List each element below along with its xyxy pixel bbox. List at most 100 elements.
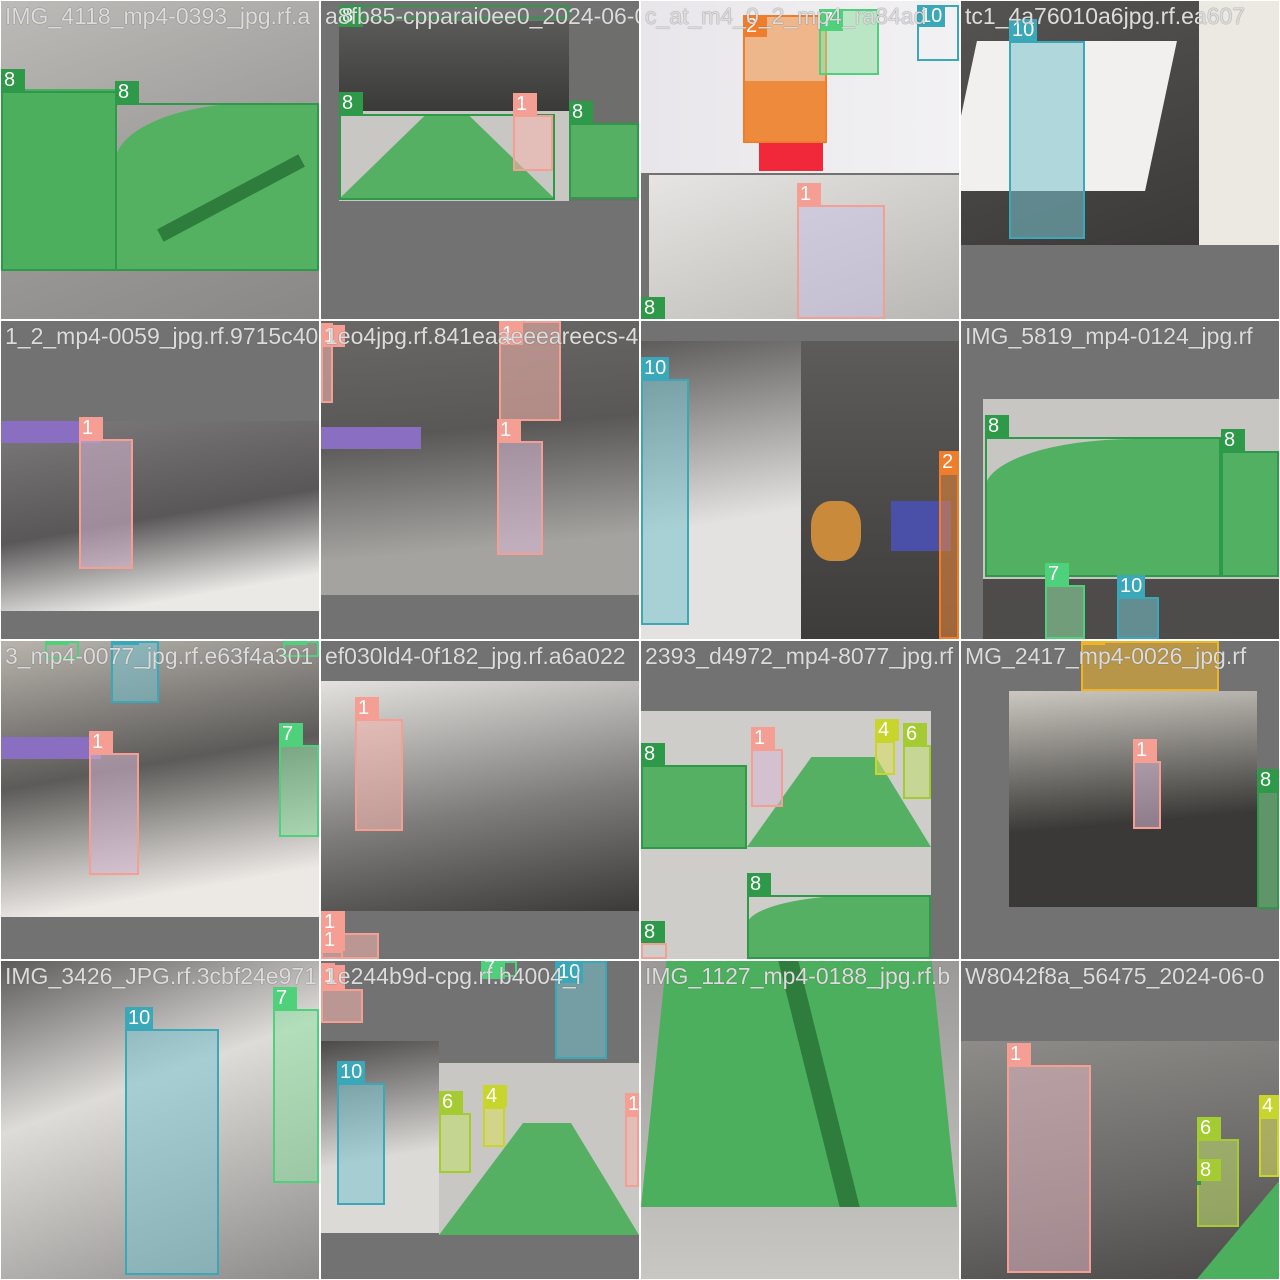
- bbox-class-7: 7: [279, 723, 319, 837]
- bbox-label: 10: [125, 1007, 154, 1029]
- bbox-label: 8: [747, 873, 771, 895]
- bbox-class-4: 4: [1259, 1095, 1279, 1177]
- bbox-label: 6: [439, 1091, 463, 1113]
- mosaic-tile: MG_2417_mp4-0026_jpg.rf 3 1 8: [961, 641, 1279, 959]
- bbox-class-1: 1: [89, 731, 139, 875]
- mosaic-tile: a8fb85-cpparai0ee0_2024-06-06 8 1 8 8: [321, 1, 639, 319]
- bbox-class-10: 10: [337, 1061, 385, 1205]
- bbox-class-6: 6: [903, 723, 931, 799]
- tile-filename: MG_2417_mp4-0026_jpg.rf: [965, 643, 1247, 669]
- bbox-label: 7: [273, 987, 297, 1009]
- bbox-class-8: 8: [1257, 769, 1279, 909]
- bbox-class-1: 1: [321, 967, 363, 1023]
- bbox-label: 4: [483, 1085, 507, 1107]
- bbox-label: 1: [797, 183, 821, 205]
- detection-mosaic: IMG_4118_mp4-0393_jpg.rf.a 8 8 a8fb85-cp…: [0, 0, 1280, 1280]
- bbox-class-8: 8: [1221, 429, 1279, 577]
- mosaic-tile: IMG_4118_mp4-0393_jpg.rf.a 8 8: [1, 1, 319, 319]
- bbox-label: 8: [115, 81, 139, 103]
- photo-desk: [1, 421, 319, 611]
- bbox-class-8: 8: [641, 921, 667, 959]
- photo-desk: [321, 321, 639, 595]
- mosaic-tile: 1_2_mp4-0059_jpg.rf.9715c4013_a8b4f024 1: [1, 321, 319, 639]
- bbox-class-1: 1: [751, 727, 783, 807]
- tile-filename: 1_2_mp4-0059_jpg.rf.9715c4013_a8b4f024: [5, 323, 319, 349]
- bbox-label: 1: [355, 697, 379, 719]
- photo-object: [811, 501, 861, 561]
- tile-filename: W8042f8a_56475_2024-06-0: [965, 963, 1265, 989]
- tile-filename: IMG_3426_JPG.rf.3cbf24e971: [5, 963, 317, 989]
- bbox-label: 8: [1221, 429, 1245, 451]
- bbox-label: 10: [641, 357, 670, 379]
- mosaic-tile: 1eo4jpg.rf.841eaaeeeareecs-4mp4-0224_jpg…: [321, 321, 639, 639]
- mosaic-tile: c_at_m4_0_2_mp4_ra84ad 2 7 10 1 8: [641, 1, 959, 319]
- bbox-label: 8: [1197, 1159, 1221, 1181]
- bbox-label: 8: [1257, 769, 1279, 791]
- bbox-label: 1: [751, 727, 775, 749]
- bbox-class-8: 8: [115, 81, 319, 271]
- tile-filename: c_at_m4_0_2_mp4_ra84ad: [645, 3, 927, 29]
- tile-filename: IMG_4118_mp4-0393_jpg.rf.a: [5, 3, 311, 29]
- tile-filename: IMG_1127_mp4-0188_jpg.rf.b: [645, 963, 951, 989]
- purple-cloth: [1, 737, 101, 759]
- bbox-class-2: 2: [939, 451, 959, 639]
- bbox-class-7: 7: [1045, 563, 1085, 639]
- mosaic-tile: IMG_3426_JPG.rf.3cbf24e971 10 7: [1, 961, 319, 1279]
- bbox-class-10: 10: [641, 357, 689, 625]
- mosaic-tile: 3_mp4-0077_jpg.rf.e63f4a301 7 10 7 1 7: [1, 641, 319, 959]
- bbox-label: 7: [279, 723, 303, 745]
- bbox-class-8: 8: [985, 415, 1221, 577]
- bbox-label: 10: [337, 1061, 366, 1083]
- bbox-label: 8: [641, 921, 665, 943]
- bbox-label: 4: [875, 719, 899, 741]
- bbox-class-8: 8: [747, 873, 931, 959]
- bbox-class-6: 6: [1197, 1117, 1239, 1227]
- bbox-class-8: 8: [1, 69, 117, 271]
- photo-desk: [801, 341, 959, 639]
- bbox-class-10: 10: [125, 1007, 219, 1275]
- mosaic-tile: 2393_d4972_mp4-8077_jpg.rf 8 1 4 6 8 8: [641, 641, 959, 959]
- bbox-class-1: 1: [321, 929, 345, 959]
- mosaic-tile: 1e244b9d-cpg.rf.b4004_i 1 1 10 7 10 6 4 …: [321, 961, 639, 1279]
- bbox-class-1: 1: [79, 417, 133, 569]
- purple-cloth: [321, 427, 421, 449]
- tile-filename: ef030ld4-0f182_jpg.rf.a6a022: [325, 643, 626, 669]
- bbox-label: 1: [625, 1093, 639, 1115]
- bbox-class-1: 1: [513, 93, 553, 171]
- bbox-class-4: 4: [875, 719, 899, 775]
- bbox-label: 1: [89, 731, 113, 753]
- bbox-class-7: 7: [273, 987, 319, 1183]
- bbox-class-1: 1: [497, 419, 543, 555]
- tile-filename: 3_mp4-0077_jpg.rf.e63f4a301: [5, 643, 314, 669]
- mosaic-tile: W8042f8a_56475_2024-06-0 1 6 8 4: [961, 961, 1279, 1279]
- tile-filename: tc1_4a76010a6jpg.rf.ea607: [965, 3, 1246, 29]
- bbox-label: 8: [1, 69, 25, 91]
- bbox-label: 1: [321, 929, 345, 951]
- bbox-label: 8: [569, 101, 593, 123]
- bbox-class-6: 6: [439, 1091, 471, 1173]
- bbox-label: 6: [1197, 1117, 1221, 1139]
- bbox-label: 8: [985, 415, 1009, 437]
- bbox-label: 1: [497, 419, 521, 441]
- bbox-label: 2: [939, 451, 959, 473]
- tile-filename: 1e244b9d-cpg.rf.b4004_i: [325, 963, 581, 989]
- bbox-label: 1: [1007, 1043, 1031, 1065]
- bbox-class-8: 8: [641, 743, 747, 849]
- bbox-label: 4: [1259, 1095, 1279, 1117]
- bbox-class-1: 1: [355, 697, 403, 831]
- bbox-class-10: 10: [1117, 575, 1159, 639]
- bbox-label: 1: [79, 417, 103, 439]
- bbox-class-1: 1: [1133, 739, 1161, 829]
- tile-filename: a8fb85-cpparai0ee0_2024-06-06: [325, 3, 639, 29]
- bbox-label: 7: [1045, 563, 1069, 585]
- bbox-label: 8: [641, 297, 665, 319]
- bbox-class-1: 1: [625, 1093, 639, 1187]
- mosaic-tile: 10 2: [641, 321, 959, 639]
- mosaic-tile: IMG_1127_mp4-0188_jpg.rf.b: [641, 961, 959, 1279]
- tile-filename: 2393_d4972_mp4-8077_jpg.rf: [645, 643, 954, 669]
- mosaic-tile: tc1_4a76010a6jpg.rf.ea607 10: [961, 1, 1279, 319]
- bbox-class-1: 1: [1007, 1043, 1091, 1273]
- bbox-label: 10: [1117, 575, 1146, 597]
- bbox-class-1: 1: [797, 183, 885, 319]
- tile-filename: IMG_5819_mp4-0124_jpg.rf: [965, 323, 1253, 349]
